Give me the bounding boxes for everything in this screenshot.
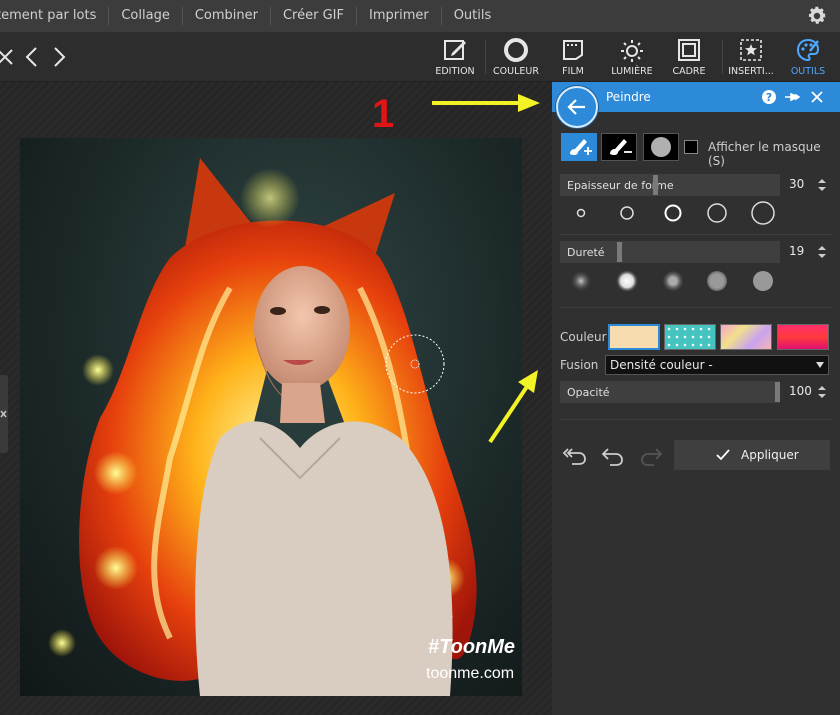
menu-item-collage[interactable]: Collage (108, 7, 181, 25)
tool-cadre[interactable]: CADRE (662, 35, 716, 81)
opacity-spinner-icon[interactable] (818, 385, 826, 399)
hardness-thumb[interactable] (617, 242, 622, 262)
filled-circle-icon (651, 137, 671, 157)
portrait-illustration: #ToonMe toonme.com (48, 158, 515, 696)
hardness-presets[interactable] (566, 266, 776, 296)
show-mask-label: Afficher le masque (S) (708, 140, 821, 168)
hardness-value[interactable]: 19 (789, 244, 804, 258)
frame-icon (678, 39, 700, 61)
sun-icon (621, 40, 643, 62)
apply-label: Appliquer (741, 448, 799, 462)
hardness-label: Dureté (567, 246, 605, 259)
show-mask-checkbox[interactable] (684, 140, 698, 154)
brush-add-button[interactable] (561, 133, 597, 161)
blend-select[interactable]: Densité couleur - (605, 355, 829, 375)
arrow-left-icon (567, 99, 585, 115)
photo-image[interactable]: #ToonMe toonme.com (20, 138, 522, 696)
opacity-slider[interactable]: Opacité (560, 381, 780, 403)
tool-outils[interactable]: OUTILS (781, 35, 835, 81)
toolbar-divider (722, 40, 723, 74)
tool-film[interactable]: FILM (546, 35, 600, 81)
thickness-value[interactable]: 30 (789, 177, 804, 191)
toolbar: EDITION COULEUR FILM LUMIÈRE CADRE INSER… (0, 32, 840, 82)
svg-text:?: ? (766, 91, 772, 104)
close-icon (0, 410, 7, 418)
watermark-tag: #ToonMe (428, 636, 515, 658)
tool-lumiere[interactable]: LUMIÈRE (605, 35, 659, 81)
divider (560, 234, 832, 235)
color-label: Couleur (560, 330, 607, 344)
tool-film-label: FILM (562, 66, 584, 77)
tool-couleur-label: COULEUR (493, 66, 539, 77)
tool-insertion[interactable]: INSERTI... (724, 35, 778, 81)
apply-button[interactable]: Appliquer (674, 440, 830, 470)
menu-item-print[interactable]: Imprimer (355, 7, 441, 25)
blend-label: Fusion (560, 358, 599, 372)
undo-icon[interactable] (600, 446, 626, 466)
tool-cadre-label: CADRE (672, 66, 706, 77)
color-swatch-peach[interactable] (608, 324, 660, 350)
gear-icon[interactable] (806, 5, 828, 27)
close-icon[interactable] (0, 44, 18, 70)
chevron-down-icon (816, 362, 824, 368)
menu-item-batch[interactable]: tement par lots (0, 7, 108, 25)
blend-value: Densité couleur - (610, 358, 713, 372)
help-icon[interactable]: ? (761, 89, 777, 105)
menu-item-create-gif[interactable]: Créer GIF (269, 7, 356, 25)
check-icon (716, 449, 730, 461)
thickness-thumb[interactable] (653, 175, 658, 195)
menu-bar: tement par lots Collage Combiner Créer G… (0, 0, 840, 32)
hardness-slider[interactable]: Dureté (560, 241, 780, 263)
film-icon (563, 40, 583, 60)
back-button[interactable] (556, 86, 598, 128)
menu-item-combine[interactable]: Combiner (181, 7, 270, 25)
tool-outils-label: OUTILS (790, 66, 826, 77)
tool-edition-label: EDITION (435, 66, 475, 77)
brush-minus-icon (610, 139, 632, 156)
palette-icon (796, 38, 820, 62)
menu-item-tools[interactable]: Outils (440, 7, 504, 25)
opacity-label: Opacité (567, 386, 610, 399)
thickness-slider[interactable]: Epaisseur de forme (560, 174, 780, 196)
color-swatch-pink-red[interactable] (777, 324, 829, 350)
tool-lumiere-label: LUMIÈRE (611, 66, 653, 77)
color-swatch-pastel[interactable] (720, 324, 772, 350)
divider (560, 419, 832, 420)
toolbar-divider (485, 40, 486, 74)
brush-erase-button[interactable] (601, 133, 637, 161)
tool-edition[interactable]: EDITION (428, 35, 482, 81)
chevron-left-icon[interactable] (20, 44, 44, 70)
watermark-site: toonme.com (426, 665, 514, 682)
opacity-thumb[interactable] (775, 382, 780, 402)
brush-fill-button[interactable] (643, 133, 679, 161)
opacity-value[interactable]: 100 (789, 384, 812, 398)
circle-ring-icon (504, 38, 528, 62)
brush-plus-icon (570, 139, 592, 156)
chevron-right-icon[interactable] (47, 44, 71, 70)
thickness-spinner-icon[interactable] (818, 178, 826, 192)
redo-icon[interactable] (638, 446, 664, 466)
paint-panel: Peindre ? Afficher le masque (S) Epaisse… (552, 82, 840, 715)
pencil-box-icon (444, 40, 466, 60)
tool-insertion-label: INSERTI... (728, 66, 774, 77)
canvas-area[interactable]: #ToonMe toonme.com (0, 82, 552, 715)
close-icon[interactable] (809, 89, 825, 105)
tool-couleur[interactable]: COULEUR (489, 35, 543, 81)
annotation-marker: 1 (372, 92, 395, 136)
color-swatch-teal-dots[interactable] (664, 324, 716, 350)
hardness-spinner-icon[interactable] (818, 245, 826, 259)
star-frame-icon (740, 39, 762, 61)
divider (560, 307, 832, 308)
panel-title: Peindre (606, 90, 651, 104)
thickness-presets[interactable] (566, 198, 776, 228)
undo-all-icon[interactable] (562, 446, 588, 466)
side-panel-handle[interactable] (0, 375, 8, 453)
pin-icon[interactable] (784, 89, 800, 105)
